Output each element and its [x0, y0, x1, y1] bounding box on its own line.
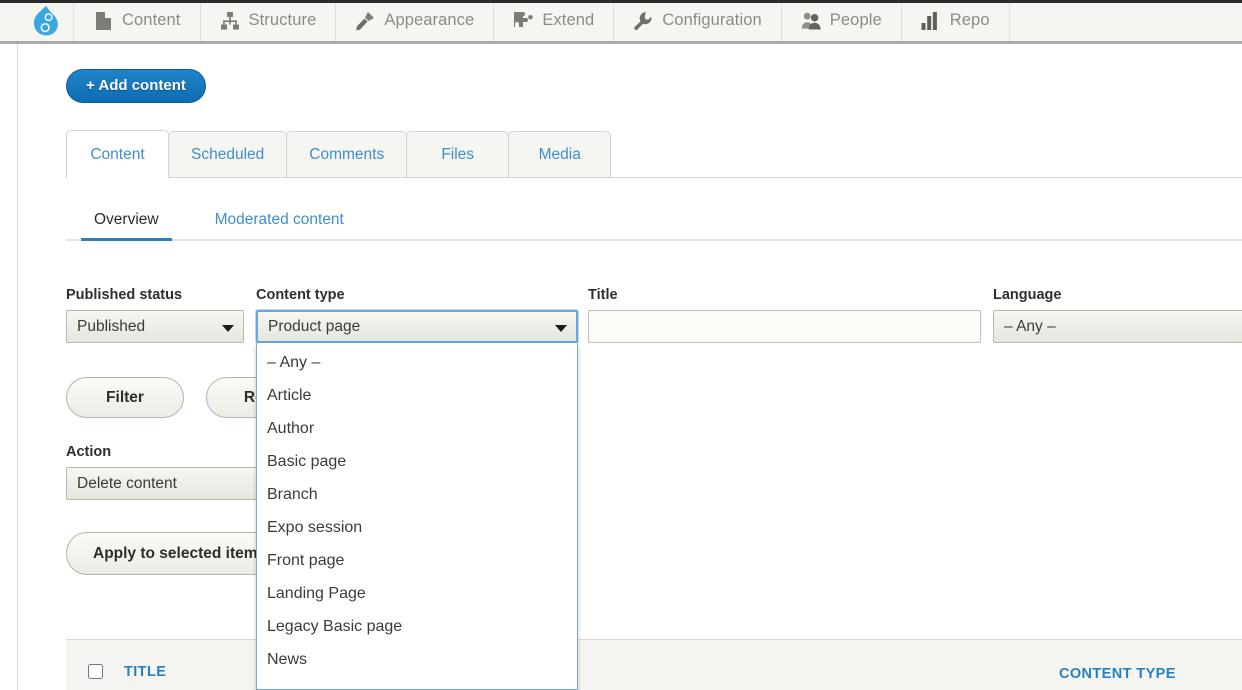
add-content-button[interactable]: + Add content [66, 69, 206, 103]
language-select[interactable]: – Any – [993, 310, 1242, 343]
content-type-label: Content type [256, 287, 345, 303]
dropdown-option-author[interactable]: Author [257, 412, 577, 445]
action-value: Delete content [77, 474, 177, 492]
secondary-tab-label: Overview [94, 211, 159, 228]
dropdown-option-article[interactable]: Article [257, 379, 577, 412]
document-icon [93, 11, 113, 31]
dropdown-option-news[interactable]: News [257, 643, 577, 676]
dropdown-option-front-page[interactable]: Front page [257, 544, 577, 577]
toolbar-item-label: Content [122, 11, 181, 29]
published-status-value: Published [77, 317, 146, 335]
column-header-content-type[interactable]: CONTENT TYPE [1059, 640, 1179, 685]
content-type-value: Product page [268, 317, 361, 335]
bar-chart-icon [921, 11, 941, 31]
chevron-down-icon [555, 324, 567, 332]
secondary-tab-moderated-content[interactable]: Moderated content [187, 211, 372, 239]
toolbar-item-content[interactable]: Content [74, 0, 201, 41]
dropdown-option-any[interactable]: – Any – [257, 346, 577, 379]
page-left-gutter [0, 44, 18, 690]
title-input[interactable] [588, 310, 981, 343]
drupal-admin-page: Content Structure Appearance Extend Conf… [0, 0, 1242, 690]
toolbar-item-label: People [829, 11, 882, 29]
toolbar-item-label: Configuration [662, 11, 762, 29]
filter-button[interactable]: Filter [66, 377, 184, 418]
tab-scheduled[interactable]: Scheduled [168, 131, 288, 177]
dropdown-option-basic-page[interactable]: Basic page [257, 445, 577, 478]
paintbrush-icon [355, 11, 375, 31]
dropdown-option-legacy-basic-page[interactable]: Legacy Basic page [257, 610, 577, 643]
tab-files[interactable]: Files [406, 131, 510, 177]
filter-row: Published status Published Content type … [66, 287, 1242, 347]
title-label: Title [588, 287, 618, 303]
tab-media[interactable]: Media [508, 131, 612, 177]
language-label: Language [993, 287, 1062, 303]
content-type-select[interactable]: Product page [256, 310, 578, 343]
dropdown-option-expo-session[interactable]: Expo session [257, 511, 577, 544]
published-status-select[interactable]: Published [66, 310, 244, 343]
tab-content[interactable]: Content [66, 130, 169, 178]
chevron-down-icon [222, 324, 234, 332]
action-links: + Add content [66, 69, 206, 103]
toolbar-item-label: Appearance [384, 11, 475, 29]
filter-title: Title [588, 287, 981, 343]
toolbar-item-label: Structure [248, 11, 317, 29]
content-type-dropdown-options[interactable]: – Any – Article Author Basic page Branch… [256, 343, 578, 690]
published-status-label: Published status [66, 287, 183, 303]
secondary-tab-overview[interactable]: Overview [66, 211, 187, 241]
secondary-tabs: Overview Moderated content [66, 199, 1242, 241]
toolbar-item-label: Repo [949, 11, 990, 29]
toolbar-item-structure[interactable]: Structure [200, 0, 337, 41]
tab-label: Files [441, 145, 475, 163]
tab-label: Media [538, 145, 581, 163]
tab-comments[interactable]: Comments [286, 131, 408, 177]
toolbar-item-configuration[interactable]: Configuration [614, 0, 782, 41]
admin-toolbar: Content Structure Appearance Extend Conf… [0, 0, 1242, 44]
tab-label: Scheduled [191, 145, 265, 163]
secondary-tab-label: Moderated content [214, 211, 344, 228]
toolbar-item-extend[interactable]: Extend [494, 0, 615, 41]
filter-language: Language – Any – [993, 287, 1242, 343]
wrench-icon [633, 11, 653, 31]
toolbar-item-reports[interactable]: Repo [901, 0, 1010, 41]
content-table-header: TITLE CONTENT TYPE [66, 639, 1242, 690]
filter-content-type: Content type Product page [256, 287, 578, 343]
toolbar-home-link[interactable] [18, 0, 74, 41]
tab-label: Content [90, 145, 145, 163]
dropdown-option-branch[interactable]: Branch [257, 478, 577, 511]
drupal-logo-icon [33, 5, 59, 37]
filter-published-status: Published status Published [66, 287, 244, 343]
puzzle-piece-icon [513, 11, 533, 31]
dropdown-option-landing-page[interactable]: Landing Page [257, 577, 577, 610]
page-content-region: + Add content Content Scheduled Comments… [0, 44, 1242, 690]
hierarchy-icon [220, 11, 240, 31]
language-value: – Any – [1004, 317, 1056, 335]
tab-label: Comments [309, 145, 385, 163]
toolbar-item-label: Extend [542, 11, 595, 29]
people-icon [801, 11, 821, 31]
select-all-cell [66, 640, 124, 679]
primary-tabs: Content Scheduled Comments Files Media [66, 130, 1242, 178]
content-filter-form: Published status Published Content type … [66, 287, 1242, 347]
select-all-checkbox[interactable] [87, 664, 103, 679]
toolbar-item-people[interactable]: People [781, 0, 902, 41]
toolbar-item-appearance[interactable]: Appearance [336, 0, 495, 41]
